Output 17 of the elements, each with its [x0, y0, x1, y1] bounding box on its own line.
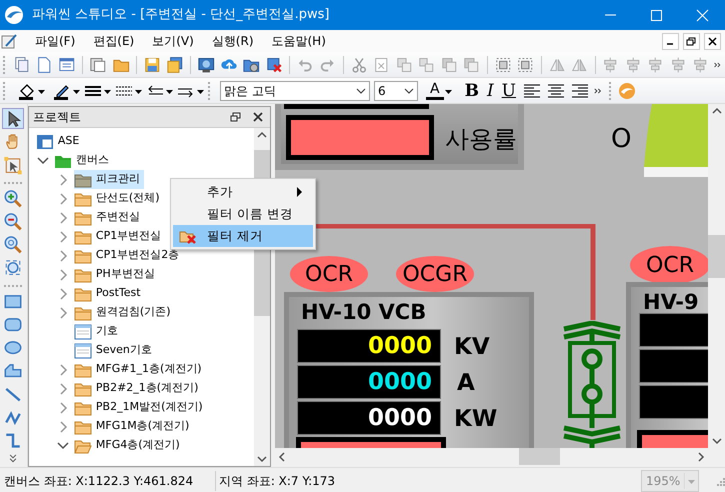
unit-label: A	[457, 369, 475, 398]
reading-value: 0000	[368, 405, 432, 431]
unit-label: KV	[454, 333, 490, 362]
status-text: 캔버스 좌표: X:1122.3 Y:461.824	[3, 473, 194, 490]
usage-label: 사용률	[445, 124, 517, 155]
mark-text: O	[611, 123, 632, 156]
reading-value: 0000	[368, 369, 432, 395]
panel-title: 프로젝트	[32, 109, 82, 126]
status-text: 지역 좌표: X:7 Y:173	[219, 473, 336, 490]
unit-label: KW	[454, 405, 498, 434]
window-title: 파워씬 스튜디오 - [주변전실 - 단선_주변전실.pws]	[32, 6, 330, 24]
panel-title: HV-9	[643, 289, 699, 316]
reading-value: 0000	[368, 333, 432, 359]
relay-label: OCR	[290, 256, 368, 292]
relay-label: OCGR	[396, 256, 474, 292]
relay-label: OCR	[630, 246, 708, 284]
panel-title: HV-10 VCB	[301, 299, 426, 326]
